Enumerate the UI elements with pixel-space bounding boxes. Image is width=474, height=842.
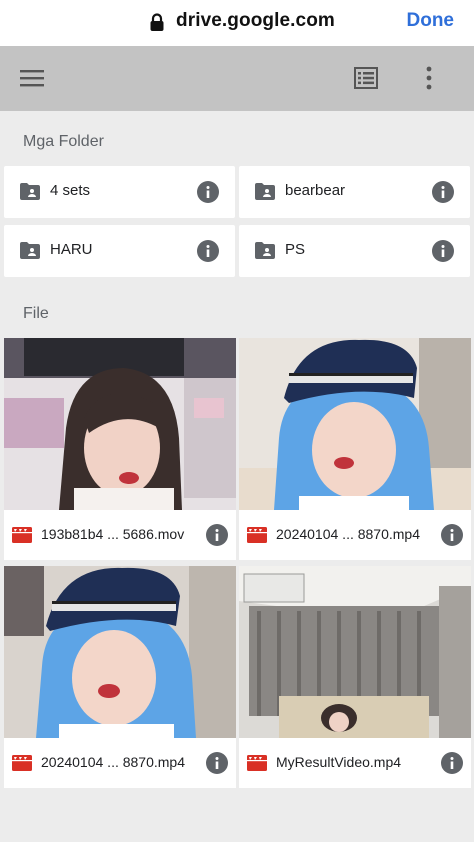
video-thumbnail [4,338,236,510]
shared-folder-icon [255,242,275,259]
lock-icon [150,13,164,31]
video-file-icon [247,527,267,543]
info-icon[interactable] [206,752,228,774]
folders-section-label: Mga Folder [23,133,104,150]
info-icon[interactable] [197,181,219,203]
file-card[interactable]: 193b81b4 ... 5686.mov [4,338,236,560]
hamburger-menu-icon[interactable] [20,68,44,88]
shared-folder-icon [255,183,275,200]
shared-folder-icon [20,183,40,200]
folder-name: 4 sets [50,182,91,199]
file-name: 20240104 ... 8870.mp4 [276,526,421,542]
url-text[interactable]: drive.google.com [176,10,335,32]
video-file-icon [247,755,267,771]
folder-name: PS [285,241,306,258]
file-name: 20240104 ... 8870.mp4 [41,754,186,770]
video-thumbnail [239,338,471,510]
folder-name: HARU [50,241,93,258]
folder-card[interactable]: 4 sets [4,166,235,218]
done-button[interactable]: Done [407,10,455,32]
folder-card[interactable]: PS [239,225,470,277]
video-thumbnail [4,566,236,738]
info-icon[interactable] [441,752,463,774]
file-name: MyResultVideo.mp4 [276,754,402,770]
list-view-icon[interactable] [354,67,378,89]
file-name: 193b81b4 ... 5686.mov [41,526,185,542]
more-vert-icon[interactable] [424,66,434,90]
video-file-icon [12,755,32,771]
video-thumbnail [239,566,471,738]
files-section-label: File [23,305,49,322]
file-card[interactable]: MyResultVideo.mp4 [239,566,471,788]
info-icon[interactable] [432,181,454,203]
file-card[interactable]: 20240104 ... 8870.mp4 [4,566,236,788]
shared-folder-icon [20,242,40,259]
info-icon[interactable] [432,240,454,262]
browser-url-bar: drive.google.com Done [0,0,474,46]
video-file-icon [12,527,32,543]
info-icon[interactable] [206,524,228,546]
folder-card[interactable]: HARU [4,225,235,277]
file-card[interactable]: 20240104 ... 8870.mp4 [239,338,471,560]
drive-toolbar [0,46,474,111]
info-icon[interactable] [441,524,463,546]
folder-card[interactable]: bearbear [239,166,470,218]
info-icon[interactable] [197,240,219,262]
folder-name: bearbear [285,182,346,199]
